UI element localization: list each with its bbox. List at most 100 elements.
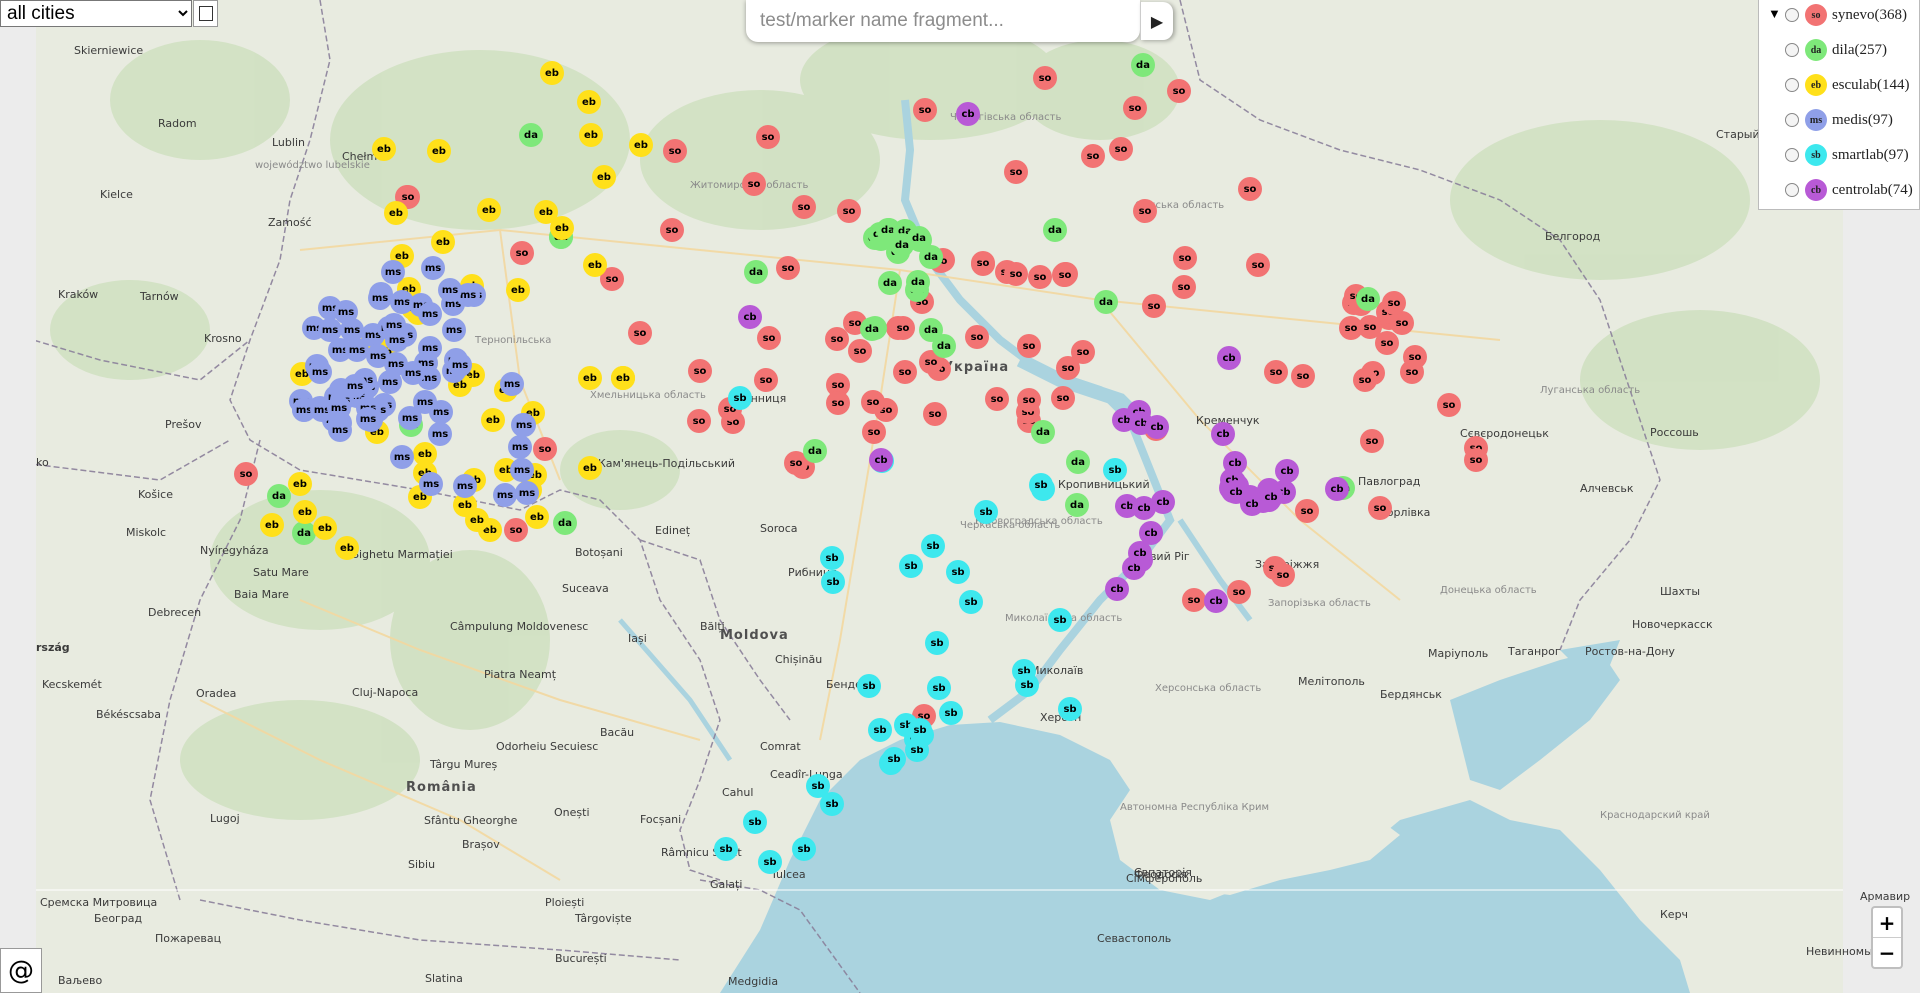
lab-marker-eb[interactable]: eb [583, 253, 607, 277]
lab-marker-da[interactable]: da [1131, 53, 1155, 77]
lab-marker-so[interactable]: so [1172, 275, 1196, 299]
lab-marker-so[interactable]: so [965, 325, 989, 349]
legend-item-so[interactable]: so synevo(368) [1785, 2, 1907, 28]
lab-marker-so[interactable]: so [861, 390, 885, 414]
lab-marker-so[interactable]: so [893, 360, 917, 384]
lab-marker-so[interactable]: so [1437, 393, 1461, 417]
legend-item-eb[interactable]: eb esculab(144) [1785, 72, 1909, 98]
lab-marker-eb[interactable]: eb [293, 500, 317, 524]
lab-marker-eb[interactable]: eb [629, 133, 653, 157]
lab-marker-eb[interactable]: eb [481, 408, 505, 432]
lab-marker-so[interactable]: so [663, 139, 687, 163]
lab-marker-so[interactable]: so [1017, 388, 1041, 412]
lab-marker-cb[interactable]: cb [1217, 346, 1241, 370]
legend-item-da[interactable]: da dila(257) [1785, 37, 1887, 63]
lab-marker-so[interactable]: so [757, 326, 781, 350]
lab-marker-eb[interactable]: eb [579, 123, 603, 147]
search-input[interactable] [758, 5, 1140, 37]
legend-radio[interactable] [1785, 148, 1799, 162]
lab-marker-so[interactable]: so [776, 256, 800, 280]
lab-marker-sb[interactable]: sb [820, 792, 844, 816]
lab-marker-cb[interactable]: cb [1325, 477, 1349, 501]
lab-marker-so[interactable]: so [510, 241, 534, 265]
lab-marker-so[interactable]: so [1056, 356, 1080, 380]
lab-marker-ms[interactable]: ms [381, 260, 405, 284]
lab-marker-eb[interactable]: eb [335, 536, 359, 560]
lab-marker-sb[interactable]: sb [974, 500, 998, 524]
lab-marker-sb[interactable]: sb [925, 631, 949, 655]
lab-marker-sb[interactable]: sb [714, 837, 738, 861]
lab-marker-ms[interactable]: ms [378, 370, 402, 394]
lab-marker-so[interactable]: so [1264, 360, 1288, 384]
lab-marker-so[interactable]: so [848, 339, 872, 363]
lab-marker-so[interactable]: so [1375, 331, 1399, 355]
lab-marker-sb[interactable]: sb [1048, 608, 1072, 632]
lab-marker-so[interactable]: so [1182, 588, 1206, 612]
lab-marker-so[interactable]: so [971, 251, 995, 275]
lab-marker-sb[interactable]: sb [921, 534, 945, 558]
lab-marker-sb[interactable]: sb [857, 674, 881, 698]
lab-marker-sb[interactable]: sb [1058, 697, 1082, 721]
lab-marker-eb[interactable]: eb [260, 513, 284, 537]
lab-marker-eb[interactable]: eb [431, 230, 455, 254]
lab-marker-eb[interactable]: eb [384, 201, 408, 225]
lab-marker-ms[interactable]: ms [401, 361, 425, 385]
legend-collapse-toggle[interactable]: ▼ [1768, 6, 1781, 22]
legend-item-ms[interactable]: ms medis(97) [1785, 107, 1893, 133]
lab-marker-da[interactable]: da [1356, 287, 1380, 311]
lab-marker-eb[interactable]: eb [506, 278, 530, 302]
lab-marker-so[interactable]: so [1368, 496, 1392, 520]
lab-marker-so[interactable]: so [1238, 177, 1262, 201]
lab-marker-eb[interactable]: eb [550, 216, 574, 240]
lab-marker-ms[interactable]: ms [418, 302, 442, 326]
lab-marker-eb[interactable]: eb [288, 472, 312, 496]
lab-marker-sb[interactable]: sb [758, 850, 782, 874]
lab-marker-sb[interactable]: sb [927, 676, 951, 700]
lab-marker-so[interactable]: so [826, 391, 850, 415]
lab-marker-eb[interactable]: eb [578, 456, 602, 480]
lab-marker-so[interactable]: so [1173, 246, 1197, 270]
lab-marker-sb[interactable]: sb [868, 718, 892, 742]
lab-marker-so[interactable]: so [1382, 291, 1406, 315]
lab-marker-da[interactable]: da [267, 484, 291, 508]
lab-marker-so[interactable]: so [1339, 316, 1363, 340]
lab-marker-so[interactable]: so [985, 387, 1009, 411]
lab-marker-so[interactable]: so [1123, 96, 1147, 120]
lab-marker-so[interactable]: so [628, 321, 652, 345]
search-submit-button[interactable]: ▶ [1140, 2, 1173, 40]
lab-marker-so[interactable]: so [742, 172, 766, 196]
map[interactable]: Україна Moldova România Chișinău Белгоро… [0, 0, 1920, 993]
lab-marker-sb[interactable]: sb [882, 747, 906, 771]
lab-marker-ms[interactable]: ms [382, 313, 406, 337]
lab-marker-so[interactable]: so [1403, 345, 1427, 369]
lab-marker-ms[interactable]: ms [448, 353, 472, 377]
lab-marker-ms[interactable]: ms [390, 445, 414, 469]
lab-marker-so[interactable]: so [533, 437, 557, 461]
lab-marker-so[interactable]: so [688, 359, 712, 383]
lab-marker-so[interactable]: so [891, 316, 915, 340]
lab-marker-sb[interactable]: sb [792, 837, 816, 861]
lab-marker-ms[interactable]: ms [419, 472, 443, 496]
lab-marker-ms[interactable]: ms [493, 483, 517, 507]
city-filter-select[interactable]: all cities [0, 0, 192, 27]
lab-marker-so[interactable]: so [837, 199, 861, 223]
lab-marker-sb[interactable]: sb [821, 570, 845, 594]
lab-marker-eb[interactable]: eb [525, 505, 549, 529]
lab-marker-sb[interactable]: sb [899, 554, 923, 578]
fullscreen-button[interactable] [193, 0, 218, 27]
lab-marker-so[interactable]: so [1004, 262, 1028, 286]
lab-marker-eb[interactable]: eb [540, 61, 564, 85]
lab-marker-ms[interactable]: ms [510, 458, 534, 482]
lab-marker-so[interactable]: so [687, 409, 711, 433]
lab-marker-ms[interactable]: ms [413, 390, 437, 414]
legend-radio[interactable] [1785, 43, 1799, 57]
lab-marker-so[interactable]: so [754, 368, 778, 392]
lab-marker-ms[interactable]: ms [428, 422, 452, 446]
lab-marker-ms[interactable]: ms [512, 413, 536, 437]
lab-marker-sb[interactable]: sb [820, 546, 844, 570]
lab-marker-da[interactable]: da [1094, 290, 1118, 314]
lab-marker-eb[interactable]: eb [372, 137, 396, 161]
lab-marker-sb[interactable]: sb [939, 701, 963, 725]
lab-marker-cb[interactable]: cb [738, 305, 762, 329]
lab-marker-so[interactable]: so [923, 402, 947, 426]
